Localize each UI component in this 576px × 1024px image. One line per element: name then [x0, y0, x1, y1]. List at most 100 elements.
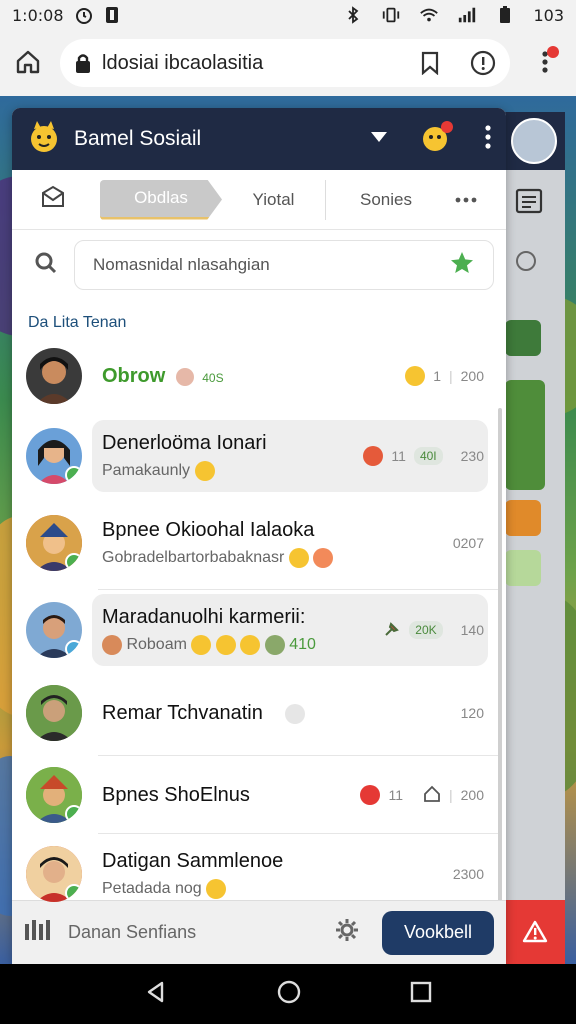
list-item[interactable]: Bpnee Okioohal Ialaoka Gobradelbartorbab…: [12, 496, 506, 590]
footer-action-button[interactable]: Vookbell: [382, 910, 494, 955]
battery-level: 103: [533, 5, 564, 25]
home-icon[interactable]: [14, 48, 42, 76]
pin-icon: [383, 620, 401, 641]
list-item-content: Remar Tchvanatin: [102, 702, 492, 725]
popup-header: Bamel Sosiail: [12, 108, 506, 170]
avatar: [26, 348, 82, 404]
smile-emoji-icon: [405, 366, 426, 386]
divider: |: [449, 787, 453, 803]
message-time: 120: [460, 705, 484, 721]
footer-text: Danan Senfians: [68, 922, 197, 942]
status-time: 1:0:08: [12, 5, 64, 25]
avatar: [26, 602, 82, 658]
contact-name: Obrow: [102, 364, 166, 387]
list-item-meta: 11 40I 230: [363, 416, 484, 496]
bookmark-icon[interactable]: [420, 51, 440, 75]
target-emoji-icon: [360, 785, 381, 805]
message-count: 11: [388, 787, 403, 803]
section-title: Da Lita Tenan: [28, 314, 127, 331]
bars-icon: [24, 920, 52, 945]
search-row: Nomasnidal nlasahgian: [12, 230, 506, 300]
tab-obdlas[interactable]: Obdlas: [100, 179, 222, 220]
contact-subtitle-text: Pamakaunly: [102, 461, 191, 479]
message-count: 1: [433, 368, 441, 384]
list-item[interactable]: Maradanuolhi karmerii: Roboam 410 20K 14…: [12, 590, 506, 670]
list-item[interactable]: Remar Tchvanatin 120: [12, 670, 506, 756]
online-badge: [65, 640, 82, 658]
neutral-emoji-icon: [285, 704, 306, 725]
side-card-green: [505, 320, 541, 356]
news-icon[interactable]: [515, 188, 543, 219]
refresh-icon[interactable]: [513, 248, 539, 279]
recents-icon[interactable]: [410, 981, 432, 1008]
contact-subtitle-text: Gobradelbartorbabaknasr: [102, 548, 285, 566]
info-icon[interactable]: [470, 50, 496, 76]
status-bar: 1:0:08 103: [0, 0, 576, 30]
online-badge: [65, 805, 82, 823]
smile-emoji-icon: [206, 878, 227, 899]
more-horizontal-icon[interactable]: [454, 191, 478, 209]
side-panel-body: [505, 170, 565, 900]
tab-label: Sonies: [360, 189, 412, 209]
android-nav-bar: [0, 964, 576, 1024]
side-card-light: [505, 550, 541, 586]
settings-icon[interactable]: [334, 917, 360, 948]
laugh-emoji-icon: [215, 634, 236, 655]
face-emoji-icon: [264, 634, 285, 655]
online-badge: [65, 466, 82, 484]
contact-list: Obrow 40S 1 | 200 Denerloöma Ionari Pama…: [12, 336, 506, 914]
battery-icon: [495, 5, 515, 25]
list-item[interactable]: Bpnes ShoElnus 11 | 200: [12, 756, 506, 834]
tab-sonies[interactable]: Sonies: [326, 180, 446, 220]
count-pill: 20K: [409, 621, 443, 639]
side-card-image: [505, 380, 545, 490]
count-pill: 40I: [413, 447, 443, 465]
compose-icon[interactable]: [40, 185, 66, 214]
online-badge: [65, 553, 82, 571]
dropdown-arrow-icon[interactable]: [370, 130, 388, 149]
message-count: 11: [391, 448, 406, 464]
list-item-meta: 20K 140: [383, 590, 484, 670]
cool-emoji-icon: [191, 634, 212, 655]
bluetooth-icon: [343, 5, 363, 25]
contact-subtitle-text: Roboam: [126, 635, 187, 653]
message-time: 200: [460, 787, 484, 803]
avatar: [26, 515, 82, 571]
tab-label: Yiotal: [252, 189, 295, 209]
laugh-emoji-icon: [288, 547, 309, 568]
back-icon[interactable]: [144, 980, 168, 1009]
divider: |: [449, 368, 453, 384]
notification-mascot-icon[interactable]: [418, 119, 454, 160]
grin-emoji-icon: [240, 634, 261, 655]
tab-yiotal[interactable]: Yiotal: [222, 179, 326, 220]
message-time: 0207: [452, 535, 484, 551]
avatar-icon[interactable]: [511, 118, 557, 164]
message-time: 200: [460, 368, 484, 384]
browser-toolbar: ldosiai ibcaolasitia: [0, 30, 576, 96]
home-nav-icon[interactable]: [276, 979, 302, 1010]
message-time: 2300: [452, 866, 484, 882]
list-item[interactable]: Obrow 40S 1 | 200: [12, 336, 506, 416]
address-bar[interactable]: ldosiai ibcaolasitia: [60, 39, 510, 87]
online-badge: [65, 884, 82, 902]
list-item-meta: 11 | 200: [360, 756, 484, 834]
popup-title: Bamel Sosiail: [74, 127, 202, 150]
list-item-content: Bpnee Okioohal Ialaoka Gobradelbartorbab…: [102, 519, 492, 568]
contact-name: Bpnee Okioohal Ialaoka: [102, 518, 315, 541]
star-icon[interactable]: [449, 250, 475, 281]
tab-label: Obdlas: [134, 188, 188, 207]
scrollbar[interactable]: [498, 408, 502, 964]
menu-icon[interactable]: [536, 44, 562, 80]
list-item-meta: 120: [461, 670, 484, 756]
search-input[interactable]: Nomasnidal nlasahgian: [74, 240, 494, 290]
popup-footer: Danan Senfians Vookbell: [12, 900, 506, 964]
signal-icon: [457, 5, 477, 25]
alarm-icon: [74, 5, 94, 25]
avatar: [26, 428, 82, 484]
more-vertical-icon[interactable]: [484, 124, 492, 155]
contact-subtitle-text: Petadada nog: [102, 879, 202, 897]
contact-subtitle: Gobradelbartorbabaknasr: [102, 547, 492, 568]
list-item[interactable]: Denerloöma Ionari Pamakaunly 11 40I 230: [12, 416, 506, 496]
lock-icon: [74, 52, 92, 74]
alert-button[interactable]: [505, 900, 565, 964]
